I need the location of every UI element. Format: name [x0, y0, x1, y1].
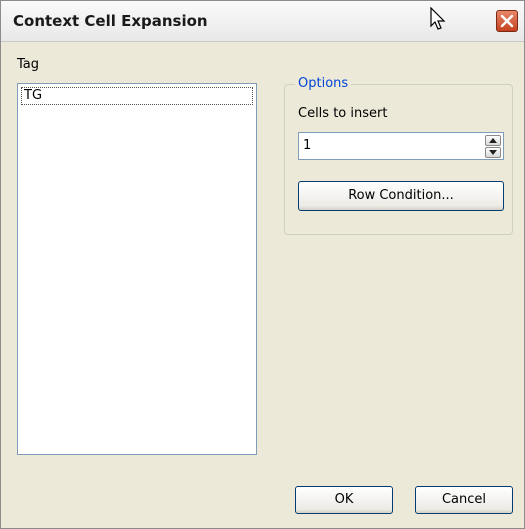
- spin-down-button[interactable]: [485, 147, 501, 158]
- cancel-button[interactable]: Cancel: [415, 486, 513, 514]
- dialog-window: Context Cell Expansion Tag TG Options Ce…: [0, 0, 525, 529]
- tag-label: Tag: [17, 57, 40, 72]
- window-title: Context Cell Expansion: [13, 12, 208, 30]
- cells-to-insert-stepper[interactable]: 1: [298, 132, 504, 160]
- ok-button[interactable]: OK: [295, 486, 393, 514]
- options-group: Options Cells to insert 1 Row Condition.…: [284, 76, 513, 235]
- spin-up-button[interactable]: [485, 135, 501, 146]
- tag-listbox[interactable]: TG: [17, 83, 257, 455]
- cells-to-insert-label: Cells to insert: [298, 106, 388, 121]
- cells-to-insert-value[interactable]: 1: [303, 138, 311, 153]
- mouse-cursor-icon: [429, 6, 449, 35]
- title-bar[interactable]: Context Cell Expansion: [1, 1, 524, 42]
- list-item[interactable]: TG: [21, 87, 253, 105]
- close-button[interactable]: [496, 10, 518, 32]
- row-condition-button[interactable]: Row Condition...: [298, 181, 504, 211]
- options-legend: Options: [295, 76, 352, 91]
